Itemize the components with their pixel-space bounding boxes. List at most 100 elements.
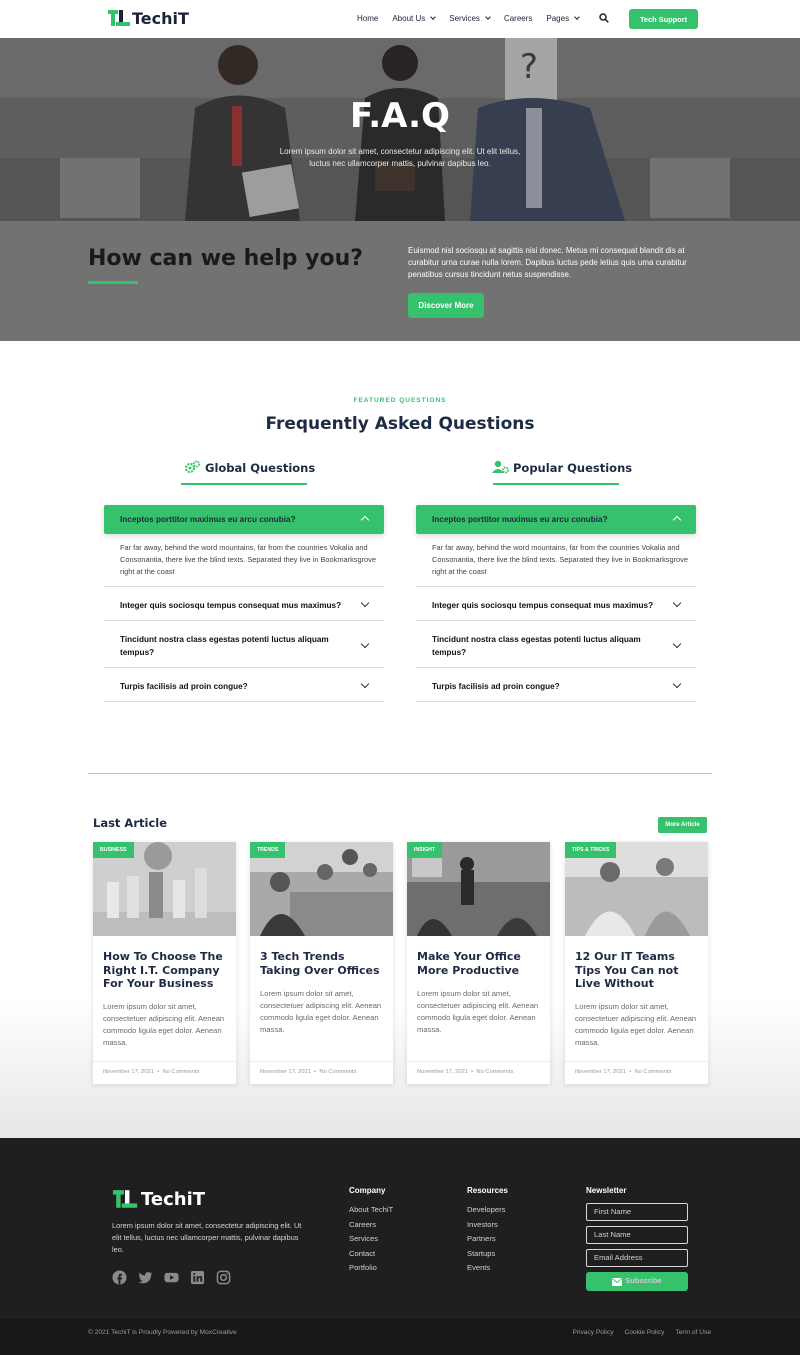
footer-newsletter: Newsletter First Name Last Name Email Ad… <box>586 1186 688 1291</box>
nav-item-careers[interactable]: Careers <box>504 14 532 23</box>
nav-item-about[interactable]: About Us <box>392 14 437 23</box>
subscribe-button[interactable]: Subscribe <box>586 1272 688 1291</box>
article-image[interactable]: BUSINESS <box>93 842 236 936</box>
terms-link[interactable]: Term of Use <box>675 1329 711 1336</box>
faq-column-popular: Popular Questions Inceptos porttitor max… <box>416 458 696 702</box>
linkedin-icon[interactable] <box>190 1270 205 1285</box>
footer-link[interactable]: Careers <box>349 1218 393 1233</box>
footer-heading: Company <box>349 1186 386 1195</box>
nav-item-pages[interactable]: Pages <box>546 14 580 23</box>
article-image[interactable]: INSIGHT <box>407 842 550 936</box>
faq-question: Inceptos porttitor maximus eu arcu conub… <box>120 515 296 524</box>
article-card[interactable]: INSIGHT Make Your Office More Productive… <box>407 842 550 1084</box>
footer-link[interactable]: Partners <box>467 1232 508 1247</box>
footer-link[interactable]: About TechiT <box>349 1203 393 1218</box>
footer-about: Lorem ipsum dolor sit amet, consectetur … <box>112 1221 302 1254</box>
card-divider <box>250 1061 393 1062</box>
article-date: November 17, 2021 <box>417 1069 468 1075</box>
faq-item[interactable]: Integer quis sociosqu tempus consequat m… <box>104 586 384 620</box>
article-card[interactable]: BUSINESS How To Choose The Right I.T. Co… <box>93 842 236 1084</box>
email-field[interactable]: Email Address <box>586 1249 688 1267</box>
more-article-button[interactable]: More Article <box>658 817 707 833</box>
faq-column-heading: Global Questions <box>205 461 316 475</box>
brand-name: TechiT <box>132 8 189 28</box>
faq-item[interactable]: Integer quis sociosqu tempus consequat m… <box>416 586 696 620</box>
footer-link[interactable]: Contact <box>349 1247 393 1262</box>
youtube-icon[interactable] <box>164 1270 179 1285</box>
category-tag[interactable]: INSIGHT <box>407 842 443 858</box>
discover-more-button[interactable]: Discover More <box>408 293 484 318</box>
category-tag[interactable]: BUSINESS <box>93 842 134 858</box>
last-name-field[interactable]: Last Name <box>586 1226 688 1244</box>
article-excerpt: Lorem ipsum dolor sit amet, consectetuer… <box>260 989 382 1034</box>
article-date: November 17, 2021 <box>103 1069 154 1075</box>
article-date: November 17, 2021 <box>260 1069 311 1075</box>
chevron-down-icon <box>360 679 370 689</box>
chevron-down-icon <box>574 14 580 20</box>
footer-link[interactable]: Developers <box>467 1203 508 1218</box>
faq-item-open[interactable]: Inceptos porttitor maximus eu arcu conub… <box>416 505 696 534</box>
chevron-up-icon <box>672 515 682 525</box>
instagram-icon[interactable] <box>216 1270 231 1285</box>
article-comments[interactable]: No Comments <box>319 1069 356 1075</box>
faq-item[interactable]: Turpis facilisis ad proin congue? <box>104 667 384 702</box>
envelope-icon <box>612 1277 623 1286</box>
article-title[interactable]: How To Choose The Right I.T. Company For… <box>103 950 228 991</box>
hero-banner: ? F.A.Q Lorem ipsum dolor sit amet, cons… <box>0 38 800 221</box>
faq-item-open[interactable]: Inceptos porttitor maximus eu arcu conub… <box>104 505 384 534</box>
faq-question: Turpis facilisis ad proin congue? <box>432 682 560 691</box>
twitter-icon[interactable] <box>138 1270 153 1285</box>
article-title[interactable]: 12 Our IT Teams Tips You Can not Live Wi… <box>575 950 700 991</box>
nav-item-home[interactable]: Home <box>357 14 378 23</box>
hero-subtitle: Lorem ipsum dolor sit amet, consectetur … <box>279 147 521 168</box>
category-tag[interactable]: TIPS & TRICKS <box>565 842 617 858</box>
search-icon[interactable] <box>599 13 609 23</box>
nav-item-services[interactable]: Services <box>449 14 491 23</box>
top-navbar: TechiT Home About Us Services Careers Pa… <box>0 0 800 38</box>
footer-heading: Resources <box>467 1186 508 1195</box>
cookie-policy-link[interactable]: Cookie Policy <box>625 1329 665 1336</box>
nav-item-label: About Us <box>392 14 426 23</box>
first-name-field[interactable]: First Name <box>586 1203 688 1221</box>
faq-answer: Far far away, behind the word mountains,… <box>432 543 688 576</box>
article-card[interactable]: TRENDS 3 Tech Trends Taking Over Offices… <box>250 842 393 1084</box>
article-comments[interactable]: No Comments <box>162 1069 199 1075</box>
privacy-policy-link[interactable]: Privacy Policy <box>572 1329 613 1336</box>
article-title[interactable]: 3 Tech Trends Taking Over Offices <box>260 950 385 977</box>
footer-resources: Resources Developers Investors Partners … <box>467 1186 508 1276</box>
main-menu: Home About Us Services Careers Pages <box>357 14 580 23</box>
nav-item-label: Pages <box>546 14 570 23</box>
logo-mark-icon <box>112 1190 138 1208</box>
article-meta: November 17, 2021 • No Comments <box>575 1069 672 1075</box>
faq-item[interactable]: Turpis facilisis ad proin congue? <box>416 667 696 702</box>
footer-link[interactable]: Investors <box>467 1218 508 1233</box>
article-comments[interactable]: No Comments <box>634 1069 671 1075</box>
article-meta: November 17, 2021 • No Comments <box>260 1069 357 1075</box>
faq-column-heading: Popular Questions <box>513 461 633 475</box>
brand-logo[interactable]: TechiT <box>108 8 189 28</box>
article-title[interactable]: Make Your Office More Productive <box>417 950 542 977</box>
faq-item[interactable]: Tincidunt nostra class egestas potenti l… <box>104 620 384 667</box>
article-image[interactable]: TIPS & TRICKS <box>565 842 708 936</box>
category-tag[interactable]: TRENDS <box>250 842 286 858</box>
article-comments[interactable]: No Comments <box>476 1069 513 1075</box>
card-divider <box>93 1061 236 1062</box>
logo-mark-icon <box>108 10 130 26</box>
tech-support-button[interactable]: Tech Support <box>629 9 698 29</box>
help-section: How can we help you? Euismod nisl socios… <box>0 221 800 341</box>
article-image[interactable]: TRENDS <box>250 842 393 936</box>
footer-link[interactable]: Events <box>467 1261 508 1276</box>
footer-link[interactable]: Portfolio <box>349 1261 393 1276</box>
faq-item[interactable]: Tincidunt nostra class egestas potenti l… <box>416 620 696 667</box>
article-card[interactable]: TIPS & TRICKS 12 Our IT Teams Tips You C… <box>565 842 708 1084</box>
copyright-text: © 2021 TechiT is Proudly Powered by MoxC… <box>88 1329 237 1336</box>
footer-link[interactable]: Services <box>349 1232 393 1247</box>
article-excerpt: Lorem ipsum dolor sit amet, consectetuer… <box>575 1002 697 1047</box>
footer-logo[interactable]: TechiT <box>112 1188 205 1210</box>
social-links <box>112 1270 231 1285</box>
facebook-icon[interactable] <box>112 1270 127 1285</box>
site-footer: TechiT Lorem ipsum dolor sit amet, conse… <box>0 1138 800 1319</box>
faq-question: Turpis facilisis ad proin congue? <box>120 682 248 691</box>
footer-link[interactable]: Startups <box>467 1247 508 1262</box>
chevron-down-icon <box>672 598 682 608</box>
